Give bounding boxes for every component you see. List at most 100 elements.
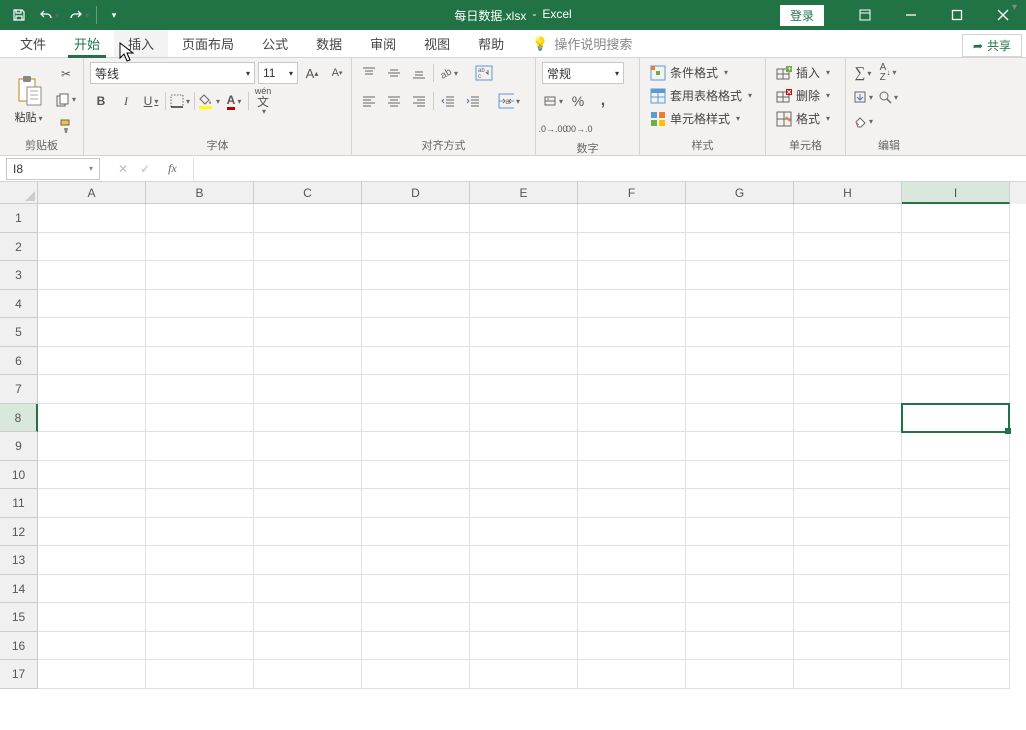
- cell[interactable]: [686, 632, 794, 661]
- align-middle-icon[interactable]: [383, 62, 405, 84]
- enter-formula-icon[interactable]: ✓: [140, 162, 150, 176]
- align-center-icon[interactable]: [383, 90, 405, 112]
- cell[interactable]: [38, 603, 146, 632]
- cell[interactable]: [794, 347, 902, 376]
- format-as-table-button[interactable]: 套用表格格式: [646, 85, 756, 106]
- cell[interactable]: [362, 318, 470, 347]
- cell[interactable]: [254, 233, 362, 262]
- cell[interactable]: [902, 375, 1010, 404]
- format-cells-button[interactable]: 格式: [772, 108, 834, 129]
- cell[interactable]: [362, 632, 470, 661]
- cell[interactable]: [578, 603, 686, 632]
- cell[interactable]: [146, 347, 254, 376]
- cell[interactable]: [902, 290, 1010, 319]
- cell[interactable]: [578, 404, 686, 433]
- cell[interactable]: [146, 404, 254, 433]
- cells-area[interactable]: [38, 204, 1026, 730]
- cell[interactable]: [470, 261, 578, 290]
- cell[interactable]: [38, 233, 146, 262]
- cell[interactable]: [578, 489, 686, 518]
- cell[interactable]: [470, 546, 578, 575]
- cell[interactable]: [578, 518, 686, 547]
- tab-data[interactable]: 数据: [302, 30, 356, 57]
- cell[interactable]: [794, 603, 902, 632]
- phonetic-guide-icon[interactable]: wén文: [252, 90, 274, 112]
- cell[interactable]: [146, 318, 254, 347]
- cell[interactable]: [794, 660, 902, 689]
- tab-help[interactable]: 帮助: [464, 30, 518, 57]
- comma-style-icon[interactable]: ,: [592, 90, 614, 112]
- qat-customize-icon[interactable]: ▾: [101, 2, 127, 28]
- cell[interactable]: [470, 204, 578, 233]
- cell[interactable]: [686, 204, 794, 233]
- cell[interactable]: [902, 404, 1010, 433]
- border-icon[interactable]: [169, 90, 191, 112]
- cell[interactable]: [38, 204, 146, 233]
- cell[interactable]: [470, 318, 578, 347]
- cell[interactable]: [794, 233, 902, 262]
- tell-me-search[interactable]: 💡 操作说明搜索: [518, 30, 646, 57]
- wrap-text-icon[interactable]: abc: [473, 62, 495, 84]
- cell[interactable]: [38, 318, 146, 347]
- cell[interactable]: [254, 461, 362, 490]
- cell[interactable]: [578, 261, 686, 290]
- font-size-combo[interactable]: 11▾: [258, 62, 298, 84]
- cell[interactable]: [362, 489, 470, 518]
- font-name-combo[interactable]: 等线▾: [90, 62, 255, 84]
- cell[interactable]: [578, 233, 686, 262]
- cell[interactable]: [362, 603, 470, 632]
- maximize-icon[interactable]: [934, 0, 980, 30]
- undo-button[interactable]: [36, 2, 62, 28]
- increase-indent-icon[interactable]: [462, 90, 484, 112]
- select-all-corner[interactable]: [0, 182, 38, 204]
- cell[interactable]: [578, 632, 686, 661]
- cell[interactable]: [470, 375, 578, 404]
- font-color-icon[interactable]: A: [223, 90, 245, 112]
- cell[interactable]: [470, 432, 578, 461]
- cell[interactable]: [578, 432, 686, 461]
- cell[interactable]: [254, 632, 362, 661]
- merge-cells-icon[interactable]: a: [498, 90, 520, 112]
- decrease-decimal-icon[interactable]: .00→.0: [567, 118, 589, 140]
- tab-formulas[interactable]: 公式: [248, 30, 302, 57]
- cell[interactable]: [254, 575, 362, 604]
- cell[interactable]: [902, 261, 1010, 290]
- cell[interactable]: [254, 489, 362, 518]
- column-header[interactable]: E: [470, 182, 578, 204]
- cell[interactable]: [38, 461, 146, 490]
- cell[interactable]: [254, 546, 362, 575]
- cell[interactable]: [146, 603, 254, 632]
- cell[interactable]: [146, 546, 254, 575]
- cell[interactable]: [686, 290, 794, 319]
- increase-font-icon[interactable]: A▴: [301, 62, 323, 84]
- cell[interactable]: [254, 261, 362, 290]
- cell[interactable]: [686, 461, 794, 490]
- autosum-icon[interactable]: ∑: [852, 62, 874, 84]
- cell[interactable]: [578, 318, 686, 347]
- tab-layout[interactable]: 页面布局: [168, 30, 248, 57]
- fx-icon[interactable]: fx: [162, 161, 183, 176]
- row-header[interactable]: 17: [0, 660, 38, 689]
- cell[interactable]: [38, 375, 146, 404]
- decrease-font-icon[interactable]: A▾: [326, 62, 348, 84]
- cell[interactable]: [578, 347, 686, 376]
- cell[interactable]: [362, 233, 470, 262]
- column-header[interactable]: C: [254, 182, 362, 204]
- cell[interactable]: [362, 290, 470, 319]
- cell-styles-button[interactable]: 单元格样式: [646, 108, 744, 129]
- cell[interactable]: [470, 489, 578, 518]
- percent-icon[interactable]: %: [567, 90, 589, 112]
- cell[interactable]: [470, 233, 578, 262]
- cell[interactable]: [38, 632, 146, 661]
- tab-insert[interactable]: 插入: [114, 30, 168, 57]
- formula-input[interactable]: [194, 158, 1026, 180]
- cell[interactable]: [686, 347, 794, 376]
- paste-button[interactable]: 粘贴: [6, 75, 51, 125]
- cell[interactable]: [38, 432, 146, 461]
- cell[interactable]: [146, 375, 254, 404]
- cell[interactable]: [146, 489, 254, 518]
- cell[interactable]: [578, 575, 686, 604]
- cell[interactable]: [902, 546, 1010, 575]
- row-header[interactable]: 12: [0, 518, 38, 547]
- cell[interactable]: [38, 546, 146, 575]
